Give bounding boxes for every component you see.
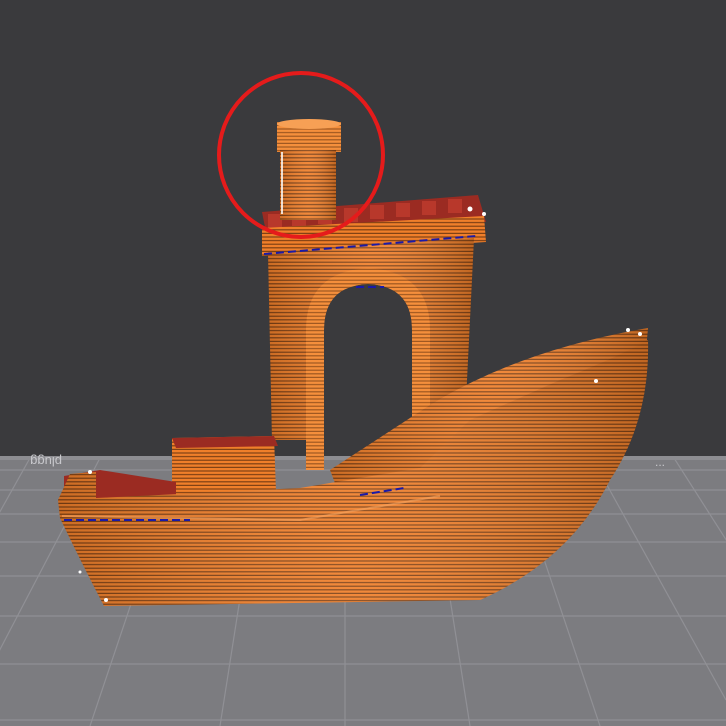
3d-viewport[interactable]: plugg ...: [0, 0, 726, 726]
chimney: [277, 119, 341, 220]
bed-edge-label-right: ...: [655, 455, 665, 469]
bed-edge-label: plugg: [30, 454, 62, 469]
